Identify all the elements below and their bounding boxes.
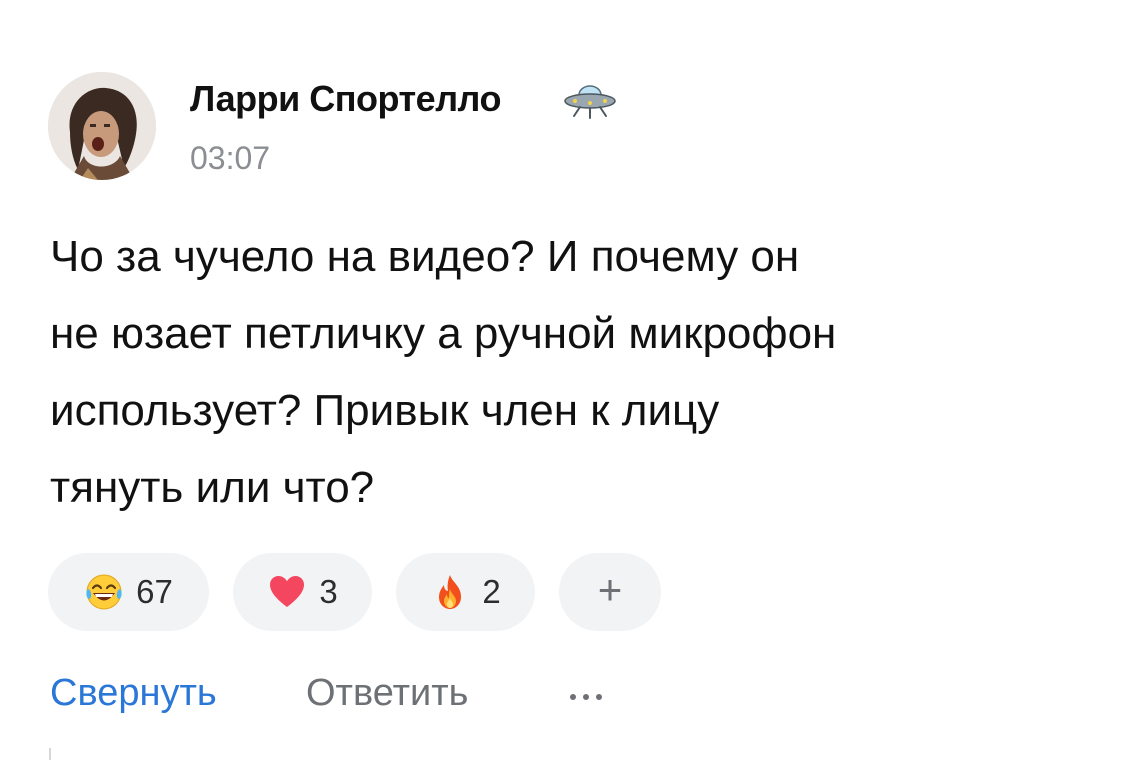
comment-text: Чо за чучело на видео? И почему он не юз… (50, 218, 1030, 526)
reaction-fire-button[interactable]: 2 (396, 553, 535, 631)
collapse-button[interactable]: Свернуть (50, 672, 217, 715)
heart-icon (270, 576, 305, 607)
timestamp: 03:07 (190, 140, 271, 176)
avatar[interactable] (48, 72, 156, 180)
reaction-heart-button[interactable]: 3 (233, 553, 372, 631)
thread-line (49, 748, 51, 760)
laughing-emoji-icon (86, 574, 122, 610)
reaction-count: 2 (482, 573, 501, 610)
reply-button[interactable]: Ответить (306, 672, 468, 715)
reaction-laugh-button[interactable]: 67 (48, 553, 209, 631)
comment-text-line: не юзает петличку а ручной микрофон (50, 309, 837, 358)
plus-icon: + (597, 566, 623, 613)
reaction-count: 67 (136, 573, 173, 610)
reaction-count: 3 (319, 573, 338, 610)
comment-text-line: использует? Привык член к лицу (50, 386, 720, 435)
fire-icon (439, 575, 462, 609)
comment-text-line: Чо за чучело на видео? И почему он (50, 232, 800, 281)
ufo-icon (564, 85, 616, 119)
add-reaction-button[interactable]: + (559, 553, 661, 631)
comment-text-line: тянуть или что? (50, 463, 375, 512)
more-dots-icon[interactable] (566, 692, 606, 702)
avatar-photo (48, 72, 156, 180)
author-name[interactable]: Ларри Спортелло (190, 78, 501, 120)
comment-card: Ларри Спортелло 03:07 Чо за чучело на ви… (0, 0, 1125, 760)
